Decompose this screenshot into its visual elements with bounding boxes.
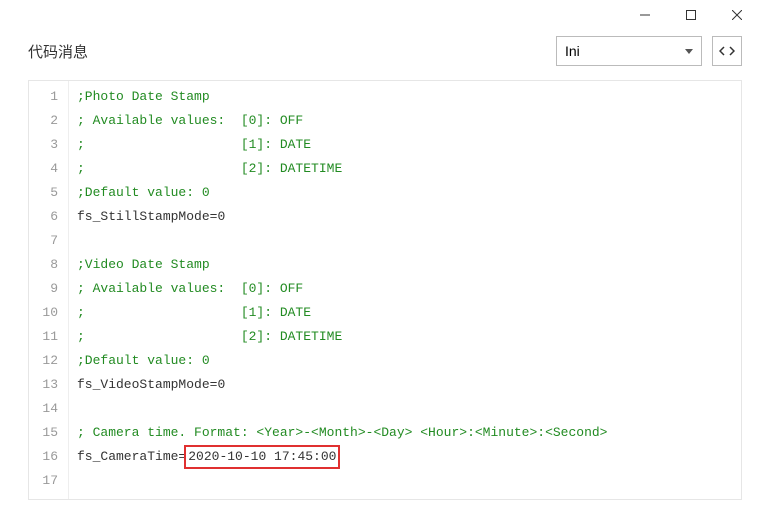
code-line[interactable]: [77, 397, 733, 421]
line-number: 2: [29, 109, 58, 133]
code-line[interactable]: ;Default value: 0: [77, 181, 733, 205]
code-line[interactable]: ;Photo Date Stamp: [77, 85, 733, 109]
toolbar: 代码消息 Ini: [0, 30, 760, 72]
line-number: 10: [29, 301, 58, 325]
code-line[interactable]: [77, 229, 733, 253]
code-token: fs_CameraTime: [77, 449, 178, 464]
line-number: 1: [29, 85, 58, 109]
line-number: 3: [29, 133, 58, 157]
code-line[interactable]: ;Default value: 0: [77, 349, 733, 373]
code-line[interactable]: fs_StillStampMode=0: [77, 205, 733, 229]
line-number: 15: [29, 421, 58, 445]
line-number: 4: [29, 157, 58, 181]
code-token: ; Available values: [0]: OFF: [77, 281, 303, 296]
code-token: ; [1]: DATE: [77, 137, 311, 152]
line-number-gutter: 1234567891011121314151617: [29, 81, 69, 499]
code-token: 0: [217, 209, 225, 224]
code-editor[interactable]: 1234567891011121314151617 ;Photo Date St…: [28, 80, 742, 500]
line-number: 11: [29, 325, 58, 349]
maximize-button[interactable]: [668, 0, 714, 30]
code-brackets-icon: [719, 43, 735, 59]
code-line[interactable]: ; Available values: [0]: OFF: [77, 277, 733, 301]
code-token: ;Default value: 0: [77, 353, 210, 368]
line-number: 8: [29, 253, 58, 277]
code-line[interactable]: ; Camera time. Format: <Year>-<Month>-<D…: [77, 421, 733, 445]
code-line[interactable]: ; Available values: [0]: OFF: [77, 109, 733, 133]
line-number: 13: [29, 373, 58, 397]
code-line[interactable]: [77, 469, 733, 493]
code-token: ;Photo Date Stamp: [77, 89, 210, 104]
line-number: 12: [29, 349, 58, 373]
code-token: ; Camera time. Format: <Year>-<Month>-<D…: [77, 425, 608, 440]
code-token: fs_VideoStampMode: [77, 377, 210, 392]
window-titlebar: [0, 0, 760, 30]
code-line[interactable]: ; [1]: DATE: [77, 133, 733, 157]
line-number: 16: [29, 445, 58, 469]
code-content[interactable]: ;Photo Date Stamp ; Available values: [0]…: [69, 81, 741, 499]
line-number: 9: [29, 277, 58, 301]
line-number: 6: [29, 205, 58, 229]
code-line[interactable]: fs_CameraTime=2020-10-10 17:45:00: [77, 445, 733, 469]
code-view-toggle-button[interactable]: [712, 36, 742, 66]
minimize-button[interactable]: [622, 0, 668, 30]
window-title: 代码消息: [28, 41, 546, 62]
line-number: 5: [29, 181, 58, 205]
code-token: ; Available values: [0]: OFF: [77, 113, 303, 128]
code-line[interactable]: ; [2]: DATETIME: [77, 325, 733, 349]
code-token: ;Video Date Stamp: [77, 257, 210, 272]
code-token: 2020-10-10 17:45:00: [184, 445, 340, 469]
code-token: ;Default value: 0: [77, 185, 210, 200]
code-token: fs_StillStampMode: [77, 209, 210, 224]
code-token: 0: [217, 377, 225, 392]
language-selected-value: Ini: [565, 43, 580, 59]
code-line[interactable]: fs_VideoStampMode=0: [77, 373, 733, 397]
code-token: ; [2]: DATETIME: [77, 329, 342, 344]
line-number: 14: [29, 397, 58, 421]
chevron-down-icon: [685, 49, 693, 54]
code-line[interactable]: ; [1]: DATE: [77, 301, 733, 325]
language-select[interactable]: Ini: [556, 36, 702, 66]
code-token: ; [1]: DATE: [77, 305, 311, 320]
code-line[interactable]: ;Video Date Stamp: [77, 253, 733, 277]
window-controls: [622, 0, 760, 30]
code-token: ; [2]: DATETIME: [77, 161, 342, 176]
close-button[interactable]: [714, 0, 760, 30]
line-number: 7: [29, 229, 58, 253]
code-line[interactable]: ; [2]: DATETIME: [77, 157, 733, 181]
line-number: 17: [29, 469, 58, 493]
